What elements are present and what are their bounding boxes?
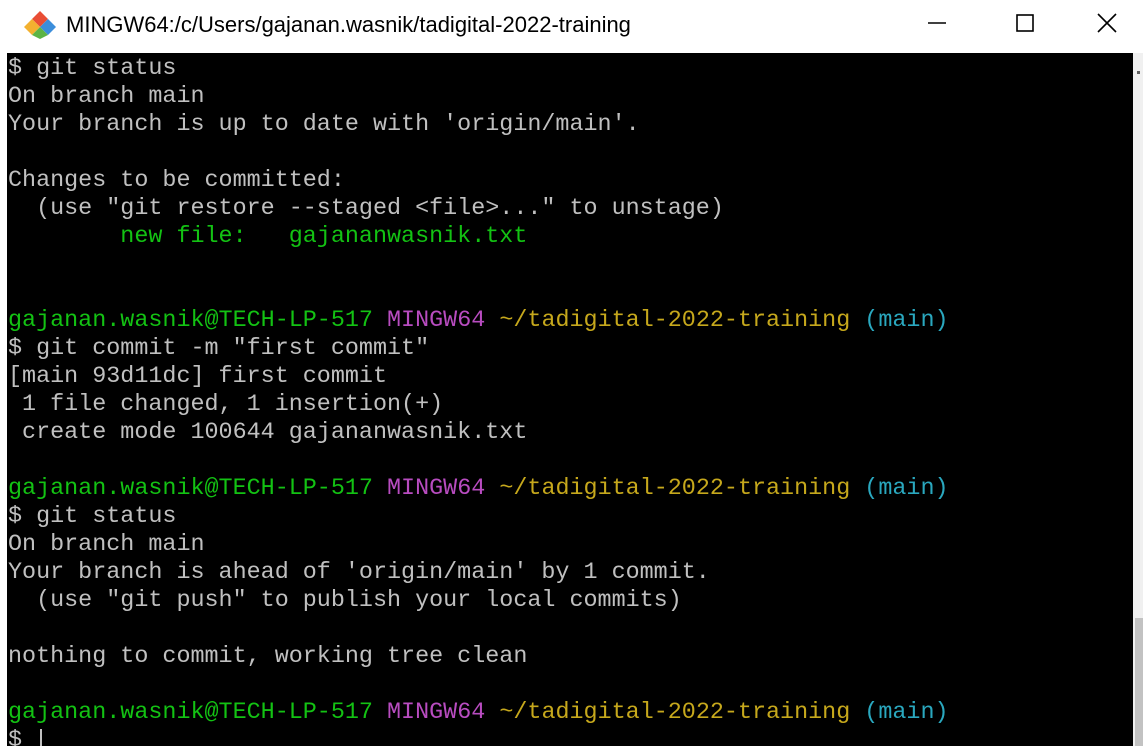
terminal-text-segment: gajanan.wasnik@TECH-LP-517 — [8, 700, 373, 726]
terminal-text-segment: MINGW64 — [387, 308, 486, 334]
git-bash-diamond-icon — [24, 10, 56, 40]
terminal-text-segment: nothing to commit, working tree clean — [8, 644, 528, 670]
terminal-text-segment: gajanan.wasnik@TECH-LP-517 — [8, 308, 373, 334]
terminal-line: gajanan.wasnik@TECH-LP-517 MINGW64 ~/tad… — [8, 475, 949, 503]
terminal-text-segment: MINGW64 — [387, 700, 486, 726]
text-cursor — [40, 728, 43, 746]
terminal-text-segment: new file: gajananwasnik.txt — [8, 224, 528, 250]
terminal-text-segment: (use "git restore --staged <file>..." to… — [8, 196, 724, 222]
terminal-text-segment: On branch main — [8, 532, 205, 558]
terminal-line: Your branch is ahead of 'origin/main' by… — [8, 559, 949, 587]
terminal-line: nothing to commit, working tree clean — [8, 643, 949, 671]
terminal-text-segment: Changes to be committed: — [8, 168, 345, 194]
terminal-line: gajanan.wasnik@TECH-LP-517 MINGW64 ~/tad… — [8, 307, 949, 335]
terminal-line: new file: gajananwasnik.txt — [8, 223, 949, 251]
terminal-line: $ git commit -m "first commit" — [8, 335, 949, 363]
terminal-text-segment: $ git commit -m "first commit" — [8, 336, 430, 362]
terminal-text-segment: ~/tadigital-2022-training — [499, 700, 851, 726]
terminal-text-segment: Your branch is ahead of 'origin/main' by… — [8, 560, 710, 586]
terminal-line: create mode 100644 gajananwasnik.txt — [8, 419, 949, 447]
terminal-line: gajanan.wasnik@TECH-LP-517 MINGW64 ~/tad… — [8, 699, 949, 727]
terminal-text-segment: MINGW64 — [387, 476, 486, 502]
terminal-lines: $ git status On branch main Your branch is… — [8, 55, 949, 746]
terminal-line: Changes to be committed: — [8, 167, 949, 195]
title-bar[interactable]: MINGW64:/c/Users/gajanan.wasnik/tadigita… — [0, 0, 1143, 52]
terminal-text-segment: (use "git push" to publish your local co… — [8, 588, 682, 614]
terminal-text-segment: gajanan.wasnik@TECH-LP-517 — [8, 476, 373, 502]
terminal-text-segment: create mode 100644 gajananwasnik.txt — [8, 420, 528, 446]
terminal-line: On branch main — [8, 531, 949, 559]
minimize-icon — [928, 14, 946, 32]
terminal-text-segment: ~/tadigital-2022-training — [499, 476, 851, 502]
vertical-scrollbar[interactable] — [1133, 53, 1143, 746]
close-button[interactable] — [1070, 0, 1143, 46]
terminal-text-segment: (main) — [864, 476, 949, 502]
close-icon — [1096, 13, 1117, 33]
terminal-line: (use "git restore --staged <file>..." to… — [8, 195, 949, 223]
maximize-button[interactable] — [978, 0, 1072, 46]
terminal-text-segment: On branch main — [8, 84, 205, 110]
terminal-line: $ git status — [8, 503, 949, 531]
terminal-text-segment: (main) — [864, 700, 949, 726]
terminal-text-segment: 1 file changed, 1 insertion(+) — [8, 392, 444, 418]
terminal-text-segment: ~/tadigital-2022-training — [499, 308, 851, 334]
terminal-line: $ — [8, 727, 949, 746]
terminal-text-segment: $ — [8, 728, 37, 746]
scroll-up-arrow-icon[interactable] — [1137, 71, 1140, 74]
terminal-line: 1 file changed, 1 insertion(+) — [8, 391, 949, 419]
terminal-window: MINGW64:/c/Users/gajanan.wasnik/tadigita… — [0, 0, 1143, 746]
terminal-line: (use "git push" to publish your local co… — [8, 587, 949, 615]
terminal-line: On branch main — [8, 83, 949, 111]
terminal-text-segment: (main) — [864, 308, 949, 334]
terminal-line: $ git status — [8, 55, 949, 83]
terminal-text-segment: [main 93d11dc] first commit — [8, 364, 387, 390]
terminal-line: Your branch is up to date with 'origin/m… — [8, 111, 949, 139]
terminal-text-segment: $ git status — [8, 56, 177, 82]
scroll-thumb[interactable] — [1135, 618, 1143, 746]
terminal-text-segment: $ git status — [8, 504, 177, 530]
terminal-line: [main 93d11dc] first commit — [8, 363, 949, 391]
terminal-output[interactable]: $ git status On branch main Your branch is… — [7, 53, 1133, 746]
minimize-button[interactable] — [890, 0, 984, 46]
maximize-icon — [1016, 14, 1034, 32]
window-title: MINGW64:/c/Users/gajanan.wasnik/tadigita… — [66, 12, 631, 37]
terminal-text-segment: Your branch is up to date with 'origin/m… — [8, 112, 640, 138]
